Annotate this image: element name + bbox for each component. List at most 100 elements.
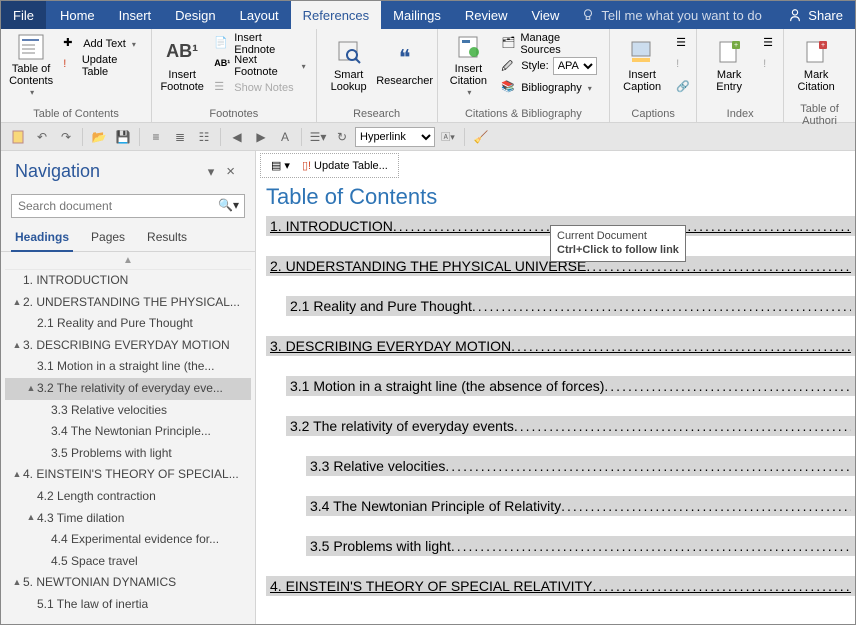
nav-close-icon[interactable]: ×	[220, 163, 241, 180]
tree-item[interactable]: 3.3 Relative velocities	[5, 400, 251, 422]
toc-entry[interactable]: 3.2 The relativity of everyday events...…	[286, 416, 855, 436]
menu-home[interactable]: Home	[48, 1, 107, 29]
manage-sources-button[interactable]: 🗂Manage Sources	[497, 34, 603, 54]
insert-endnote-button[interactable]: 📄Insert Endnote	[210, 34, 309, 54]
outdent-button[interactable]: ◀	[226, 126, 248, 148]
group-label: Table of Authori	[784, 101, 855, 129]
toc-entry[interactable]: 3.5 Problems with light.................…	[306, 536, 855, 556]
document-area: ▤▾ ▯!Update Table... Table of Contents 1…	[256, 151, 855, 624]
insert-caption-button[interactable]: Insert Caption	[616, 32, 668, 98]
menu-file[interactable]: File	[1, 1, 46, 29]
list-button[interactable]: ☰▾	[307, 126, 329, 148]
update-tof-button[interactable]: !	[672, 56, 690, 76]
update-table-button[interactable]: !Update Table	[59, 56, 145, 76]
menu-references[interactable]: References	[291, 1, 381, 29]
tree-item[interactable]: 4.5 Space travel	[5, 551, 251, 573]
caret-icon: ▲	[25, 383, 37, 395]
person-icon	[788, 8, 802, 22]
refresh-button[interactable]: ↻	[331, 126, 353, 148]
toc-gap	[266, 358, 855, 374]
group-label: Table of Contents	[1, 106, 151, 122]
toc-entry[interactable]: 3. DESCRIBING EVERYDAY MOTION...........…	[266, 336, 855, 356]
numbering-button[interactable]: ≣	[169, 126, 191, 148]
tree-item[interactable]: 4.2 Length contraction	[5, 486, 251, 508]
undo-button[interactable]: ↶	[31, 126, 53, 148]
toc-entry-text: 3.2 The relativity of everyday events	[290, 418, 514, 434]
tree-item[interactable]: 1. INTRODUCTION	[5, 270, 251, 292]
insert-tof-button[interactable]: ☰	[672, 34, 690, 54]
open-button[interactable]: 📂	[88, 126, 110, 148]
list-icon: ▤	[271, 159, 281, 172]
tab-pages[interactable]: Pages	[87, 224, 129, 251]
toc-update-button[interactable]: ▯!Update Table...	[298, 158, 392, 173]
menu-review[interactable]: Review	[453, 1, 520, 29]
add-text-button[interactable]: ✚Add Text▾	[59, 34, 145, 54]
tree-item[interactable]: ▲2. UNDERSTANDING THE PHYSICAL...	[5, 292, 251, 314]
clear-button[interactable]: 🧹	[470, 126, 492, 148]
tree-item[interactable]: 2.1 Reality and Pure Thought	[5, 313, 251, 335]
tree-item[interactable]: ▲5. NEWTONIAN DYNAMICS	[5, 572, 251, 594]
menu-mailings[interactable]: Mailings	[381, 1, 453, 29]
indent-button[interactable]: ▶	[250, 126, 272, 148]
next-footnote-button[interactable]: AB¹Next Footnote▾	[210, 56, 309, 76]
save-button[interactable]: 💾	[112, 126, 134, 148]
multilevel-button[interactable]: ☷	[193, 126, 215, 148]
toc-entry[interactable]: 3.1 Motion in a straight line (the absen…	[286, 376, 855, 396]
insert-index-button[interactable]: ☰	[759, 34, 777, 54]
tree-item-label: 3.2 The relativity of everyday eve...	[37, 381, 223, 397]
menubar: File Home Insert Design Layout Reference…	[1, 1, 855, 29]
toc-leader-dots: ........................................…	[604, 378, 851, 394]
smart-lookup-button[interactable]: Smart Lookup	[323, 32, 375, 98]
mark-entry-button[interactable]: + Mark Entry	[703, 32, 755, 98]
redo-button[interactable]: ↷	[55, 126, 77, 148]
menu-layout[interactable]: Layout	[228, 1, 291, 29]
toc-entry[interactable]: 2.1 Reality and Pure Thought............…	[286, 296, 855, 316]
citation-style[interactable]: 🖉Style: APA	[497, 56, 603, 76]
style-select[interactable]: APA	[553, 57, 597, 75]
tree-item[interactable]: 3.1 Motion in a straight line (the...	[5, 356, 251, 378]
font-button[interactable]: A	[274, 126, 296, 148]
paste-button[interactable]	[7, 126, 29, 148]
mark-citation-icon: +	[801, 37, 831, 67]
search-icon[interactable]: 🔍▾	[218, 198, 239, 212]
toc-entry[interactable]: 3.3 Relative velocities.................…	[306, 456, 855, 476]
biblio-icon: 📚	[501, 80, 517, 96]
menu-insert[interactable]: Insert	[107, 1, 164, 29]
tree-item[interactable]: ▲4.3 Time dilation	[5, 508, 251, 530]
collapse-all-icon[interactable]: ▲	[5, 252, 251, 270]
bibliography-button[interactable]: 📚Bibliography▾	[497, 78, 603, 98]
share-button[interactable]: Share	[776, 8, 855, 23]
toc-entry[interactable]: 3.4 The Newtonian Principle of Relativit…	[306, 496, 855, 516]
table-of-contents-button[interactable]: Table of Contents▾	[7, 32, 55, 98]
idx-icon: ☰	[763, 36, 773, 52]
tree-item[interactable]: 4.4 Experimental evidence for...	[5, 529, 251, 551]
highlight-button[interactable]: 🄰▾	[437, 126, 459, 148]
mark-citation-button[interactable]: + Mark Citation	[790, 32, 842, 98]
tree-item[interactable]: ▲3. DESCRIBING EVERYDAY MOTION	[5, 335, 251, 357]
style-dropdown[interactable]: Hyperlink	[355, 127, 435, 147]
insert-footnote-button[interactable]: AB¹ Insert Footnote	[158, 32, 206, 98]
update-index-button[interactable]: !	[759, 56, 777, 76]
tab-headings[interactable]: Headings	[11, 224, 73, 252]
tab-results[interactable]: Results	[143, 224, 191, 251]
nav-dropdown-icon[interactable]: ▾	[202, 164, 221, 180]
toc-leader-dots: ........................................…	[561, 498, 851, 514]
update-icon: !	[63, 58, 78, 74]
tree-item[interactable]: ▲4. EINSTEIN'S THEORY OF SPECIAL...	[5, 464, 251, 486]
tree-item[interactable]: 3.4 The Newtonian Principle...	[5, 421, 251, 443]
cross-ref-button[interactable]: 🔗	[672, 78, 690, 98]
tree-item[interactable]: ▲3.2 The relativity of everyday eve...	[5, 378, 251, 400]
group-label: Footnotes	[152, 106, 316, 122]
tell-me[interactable]: Tell me what you want to do	[571, 8, 776, 23]
toc-entry[interactable]: 4. EINSTEIN'S THEORY OF SPECIAL RELATIVI…	[266, 576, 855, 596]
menu-design[interactable]: Design	[163, 1, 227, 29]
researcher-button[interactable]: ❝ Researcher	[379, 32, 431, 98]
tree-item[interactable]: 3.5 Problems with light	[5, 443, 251, 465]
bullets-button[interactable]: ≡	[145, 126, 167, 148]
insert-citation-button[interactable]: Insert Citation▾	[444, 32, 494, 98]
tree-item[interactable]: 5.1 The law of inertia	[5, 594, 251, 616]
show-notes-button[interactable]: ☰Show Notes	[210, 78, 309, 98]
toc-options-button[interactable]: ▤▾	[267, 158, 294, 173]
search-input[interactable]	[11, 194, 245, 218]
menu-view[interactable]: View	[519, 1, 571, 29]
